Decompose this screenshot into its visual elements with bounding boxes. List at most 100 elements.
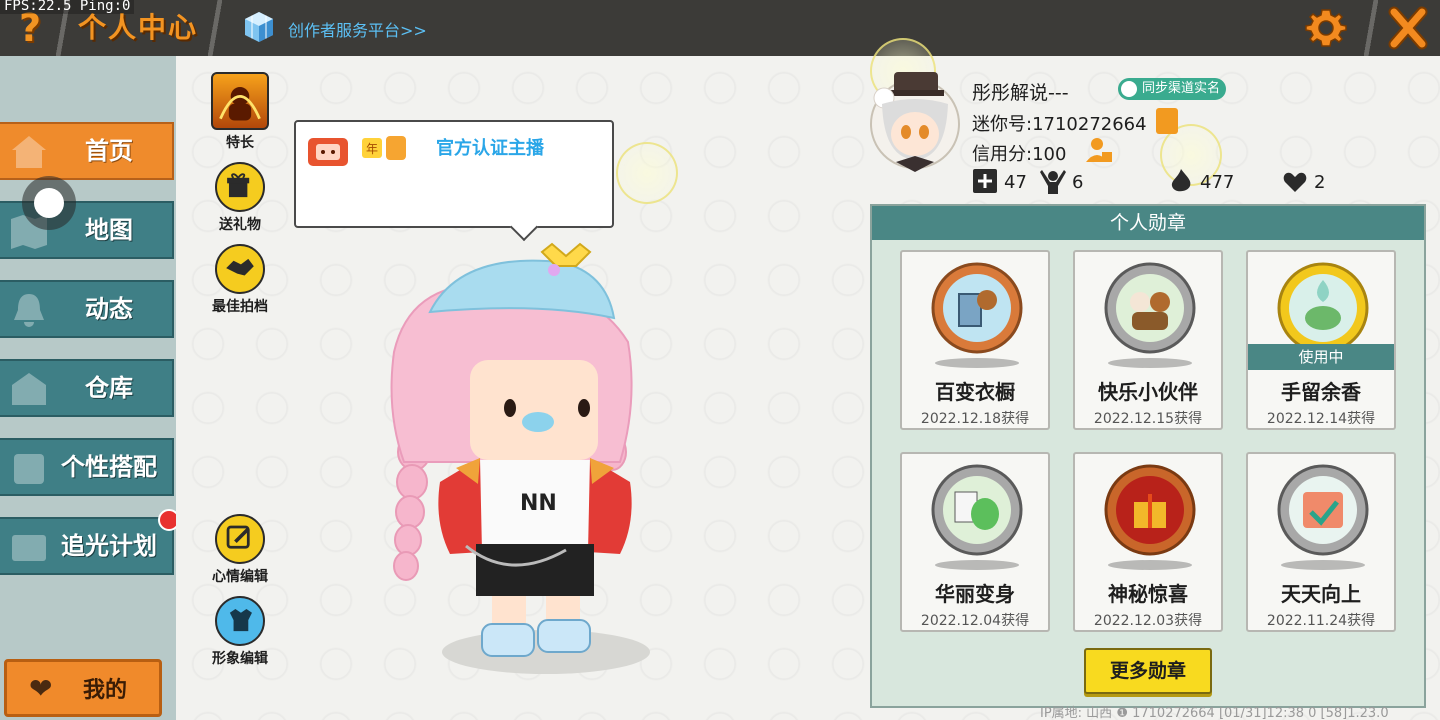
anchor-badge-icon xyxy=(308,138,348,166)
medal-card[interactable]: 神秘惊喜 2022.12.03获得 xyxy=(1073,452,1223,632)
player-avatar[interactable]: NN xyxy=(370,232,650,682)
outfit-icon xyxy=(14,454,44,484)
medal-panel-title: 个人勋章 xyxy=(872,206,1424,240)
medal-shadow xyxy=(935,358,1019,368)
medal-name: 华丽变身 xyxy=(935,582,1015,606)
mood-edit-button[interactable]: 心情编辑 xyxy=(200,514,280,586)
svg-text:NN: NN xyxy=(520,491,557,516)
fps-readout: FPS:22.5 Ping:0 xyxy=(0,0,135,14)
sidebar-item-label: 仓库 xyxy=(85,374,133,402)
send-gift-button[interactable]: 送礼物 xyxy=(200,162,280,234)
sync-realname-label: 同步渠道实名 xyxy=(1142,81,1221,96)
medal-name: 百变衣橱 xyxy=(935,380,1015,404)
stat-bookmarks: 47 xyxy=(972,168,1027,194)
specialty-icon xyxy=(211,72,269,130)
bell-icon xyxy=(14,294,44,327)
verified-anchor-label: 官方认证主播 xyxy=(436,138,544,159)
footer-info: IP属地: 山西 ❶ 1710272664 [01/31]12:38 0 [58… xyxy=(1040,706,1389,720)
stat-followers: 6 xyxy=(1040,168,1083,194)
medal-card[interactable]: 使用中 手留余香 2022.12.14获得 xyxy=(1246,250,1396,430)
image-edit-label: 形象编辑 xyxy=(212,651,268,667)
my-button-label: 我的 xyxy=(83,678,128,703)
sidebar-item-spotlight[interactable]: 追光计划 xyxy=(0,517,174,575)
medal-date: 2022.11.24获得 xyxy=(1266,613,1376,629)
mini-id: 迷你号:1710272664 xyxy=(972,114,1147,135)
handshake-icon xyxy=(215,244,265,294)
gear-icon[interactable] xyxy=(1302,4,1350,52)
my-button[interactable]: ❤ 我的 xyxy=(4,659,162,717)
sidebar-item-warehouse[interactable]: 仓库 xyxy=(0,359,174,417)
medal-card[interactable]: 快乐小伙伴 2022.12.15获得 xyxy=(1073,250,1223,430)
sidebar-item-label: 首页 xyxy=(85,137,133,165)
stat-followers-value: 6 xyxy=(1072,172,1084,193)
mood-edit-label: 心情编辑 xyxy=(212,569,268,585)
divider xyxy=(1364,0,1378,56)
flame-icon xyxy=(1171,169,1191,192)
edit-icon xyxy=(215,514,265,564)
touch-indicator xyxy=(22,176,76,230)
profile-avatar[interactable] xyxy=(864,68,966,174)
stat-fire: 477 xyxy=(1168,168,1234,194)
send-gift-label: 送礼物 xyxy=(219,217,261,233)
divider xyxy=(208,0,222,56)
sidebar-item-label: 追光计划 xyxy=(61,532,157,560)
medal-card[interactable]: 天天向上 2022.11.24获得 xyxy=(1246,452,1396,632)
person-icon xyxy=(1121,81,1137,97)
sidebar-item-label: 动态 xyxy=(85,295,133,323)
sparkle-glow xyxy=(616,142,678,204)
wardrobe-medal-icon xyxy=(931,262,1023,354)
medal-name: 天天向上 xyxy=(1281,582,1361,606)
medal-date: 2022.12.14获得 xyxy=(1266,411,1376,427)
more-medals-button[interactable]: 更多勋章 xyxy=(1084,648,1212,694)
specialty-button[interactable]: 特长 xyxy=(200,72,280,152)
status-bubble: 年 官方认证主播 xyxy=(294,120,614,228)
year-badge-icon: 年 xyxy=(362,136,406,160)
medal-name: 手留余香 xyxy=(1281,380,1361,404)
sidebar-item-home[interactable]: 首页 xyxy=(0,122,174,180)
heart-icon: ❤ xyxy=(29,672,53,705)
medal-name: 快乐小伙伴 xyxy=(1098,380,1198,404)
copy-icon[interactable] xyxy=(1156,108,1178,134)
medal-date: 2022.12.18获得 xyxy=(920,411,1030,427)
home-icon xyxy=(12,136,46,168)
outfit-edit-icon xyxy=(215,596,265,646)
medal-card[interactable]: 百变衣橱 2022.12.18获得 xyxy=(900,250,1050,430)
medal-date: 2022.12.03获得 xyxy=(1093,613,1203,629)
specialty-label: 特长 xyxy=(226,135,254,151)
sidebar-item-activity[interactable]: 动态 xyxy=(0,280,174,338)
stat-fire-value: 477 xyxy=(1200,172,1235,193)
medal-shadow xyxy=(935,560,1019,570)
fragrance-medal-icon xyxy=(1277,262,1369,354)
image-edit-button[interactable]: 形象编辑 xyxy=(200,596,280,668)
bookmark-plus-icon xyxy=(973,169,997,193)
sidebar-item-outfit[interactable]: 个性搭配 xyxy=(0,438,174,496)
credit-score: 信用分:100 xyxy=(972,144,1067,165)
transform-medal-icon xyxy=(931,464,1023,556)
medal-shadow xyxy=(1281,560,1365,570)
medal-date: 2022.12.04获得 xyxy=(920,613,1030,629)
creator-platform-link[interactable]: 创作者服务平台>> xyxy=(288,17,427,41)
friends-medal-icon xyxy=(1104,262,1196,354)
warehouse-icon xyxy=(12,373,46,405)
best-partner-label: 最佳拍档 xyxy=(212,299,268,315)
cube-icon[interactable] xyxy=(242,10,276,44)
medal-date: 2022.12.15获得 xyxy=(1093,411,1203,427)
medal-card[interactable]: 华丽变身 2022.12.04获得 xyxy=(900,452,1050,632)
mystery-gift-medal-icon xyxy=(1104,464,1196,556)
sync-realname-badge[interactable]: 同步渠道实名 xyxy=(1118,78,1227,100)
medal-shadow xyxy=(1108,358,1192,368)
in-use-badge: 使用中 xyxy=(1248,344,1394,370)
profile-name: 彤彤解说--- xyxy=(972,82,1069,104)
best-partner-button[interactable]: 最佳拍档 xyxy=(200,244,280,316)
medal-shadow xyxy=(1108,560,1192,570)
close-icon[interactable] xyxy=(1380,4,1436,52)
stat-likes: 2 xyxy=(1282,168,1325,194)
hearts-icon xyxy=(1283,172,1307,192)
year-badge-text: 年 xyxy=(366,142,378,156)
top-bar: ? 个人中心 创作者服务平台>> FPS:22.5 Ping:0 xyxy=(0,0,1440,56)
stat-bookmarks-value: 47 xyxy=(1004,172,1027,193)
credit-person-icon[interactable] xyxy=(1084,136,1114,164)
stat-likes-value: 2 xyxy=(1314,172,1326,193)
cheer-icon xyxy=(1040,170,1066,194)
daily-progress-medal-icon xyxy=(1277,464,1369,556)
